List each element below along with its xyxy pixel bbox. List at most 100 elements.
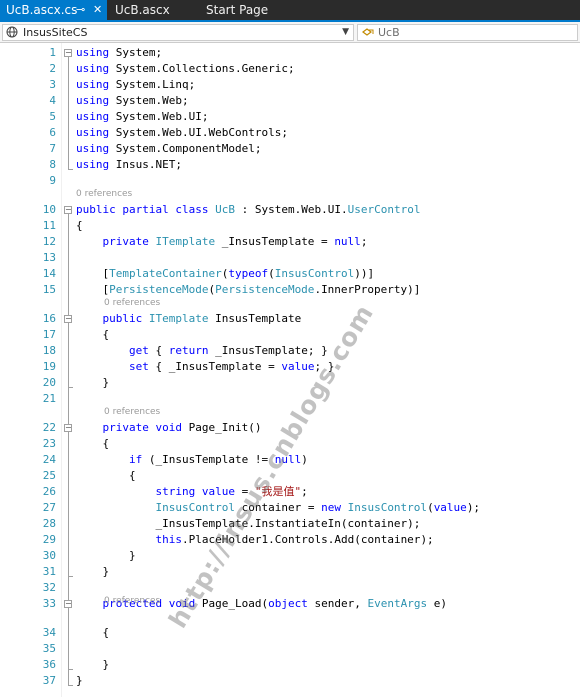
line-number: 9 (49, 174, 56, 187)
line-number: 28 (42, 517, 56, 530)
tab-start-page[interactable]: Start Page (200, 0, 300, 20)
code-line[interactable]: using System.ComponentModel; (76, 141, 261, 157)
line-number: 19 (42, 360, 56, 373)
line-number: 35 (42, 642, 56, 655)
line-number: 37 (42, 674, 56, 687)
code-line[interactable]: { (76, 468, 136, 484)
tab-label: Start Page (206, 3, 269, 17)
line-number: 8 (49, 158, 56, 171)
code-line[interactable]: { (76, 436, 109, 452)
line-number: 24 (42, 453, 56, 466)
references-code-lens[interactable]: 0 references (76, 189, 132, 200)
code-line[interactable]: { (76, 327, 109, 343)
close-icon[interactable]: ✕ (93, 0, 102, 20)
line-number: 11 (42, 219, 56, 232)
outline-end (68, 685, 73, 686)
outline-line (68, 57, 69, 169)
line-number: 30 (42, 549, 56, 562)
collapse-icon[interactable]: − (64, 600, 72, 608)
line-number: 31 (42, 565, 56, 578)
line-number: 32 (42, 581, 56, 594)
code-line[interactable]: get { return _InsusTemplate; } (76, 343, 328, 359)
navigation-bar: InsusSiteCS ▼ UcB (0, 22, 580, 43)
code-line[interactable]: using System; (76, 45, 162, 61)
code-line[interactable]: using System.Web; (76, 93, 189, 109)
outline-end (68, 576, 73, 577)
tab-ucb-ascx[interactable]: UcB.ascx (109, 0, 194, 20)
collapse-icon[interactable]: − (64, 49, 72, 57)
collapse-icon[interactable]: − (64, 206, 72, 214)
line-number: 27 (42, 501, 56, 514)
code-line[interactable]: public ITemplate InsusTemplate (76, 311, 302, 327)
line-number: 20 (42, 376, 56, 389)
outline-end (68, 387, 73, 388)
line-number: 25 (42, 469, 56, 482)
collapse-icon[interactable]: − (64, 424, 72, 432)
line-number: 26 (42, 485, 56, 498)
code-line[interactable]: private void Page_Init() (76, 420, 262, 436)
collapse-icon[interactable]: − (64, 315, 72, 323)
line-number: 16 (42, 312, 56, 325)
tab-label: UcB.ascx.cs (6, 3, 78, 17)
line-number: 33 (42, 597, 56, 610)
code-line[interactable]: using Insus.NET; (76, 157, 182, 173)
line-number: 14 (42, 267, 56, 280)
references-code-lens[interactable]: 0 references (104, 407, 160, 418)
references-code-lens[interactable]: 0 references (104, 596, 160, 607)
code-line[interactable]: public partial class UcB : System.Web.UI… (76, 202, 420, 218)
line-number: 34 (42, 626, 56, 639)
line-number: 2 (49, 62, 56, 75)
line-number: 36 (42, 658, 56, 671)
line-number: 12 (42, 235, 56, 248)
line-number: 22 (42, 421, 56, 434)
line-number: 17 (42, 328, 56, 341)
line-number: 1 (49, 46, 56, 59)
chevron-down-icon[interactable]: ▼ (342, 25, 349, 40)
class-combo[interactable]: InsusSiteCS ▼ (2, 24, 354, 41)
line-number: 18 (42, 344, 56, 357)
outline-end (68, 169, 73, 170)
code-line[interactable]: [TemplateContainer(typeof(InsusControl))… (76, 266, 374, 282)
code-line[interactable]: } (76, 673, 83, 689)
document-tab-bar: UcB.ascx.cs ⊸ ✕ UcB.ascx Start Page (0, 0, 580, 22)
code-line[interactable]: InsusControl container = new InsusContro… (76, 500, 480, 516)
code-line[interactable]: { (76, 218, 83, 234)
code-editor[interactable]: 1 2 3 4 5 6 7 8 9 10 11 12 13 14 15 16 17 18 19 20 21 22 23 24 2… (0, 43, 580, 697)
globe-icon (6, 26, 18, 42)
line-number: 21 (42, 392, 56, 405)
gutter-separator (61, 43, 62, 697)
code-line[interactable]: set { _InsusTemplate = value; } (76, 359, 334, 375)
code-line[interactable]: private ITemplate _InsusTemplate = null; (76, 234, 368, 250)
line-number: 10 (42, 203, 56, 216)
references-code-lens[interactable]: 0 references (104, 298, 160, 309)
code-line[interactable]: } (76, 548, 136, 564)
tab-ucb-ascx-cs[interactable]: UcB.ascx.cs ⊸ ✕ (0, 0, 107, 20)
line-number: 23 (42, 437, 56, 450)
line-number: 5 (49, 110, 56, 123)
outline-end (68, 669, 73, 670)
line-number: 15 (42, 283, 56, 296)
code-line[interactable]: [PersistenceMode(PersistenceMode.InnerPr… (76, 282, 420, 298)
outline-line (68, 214, 69, 685)
line-number: 4 (49, 94, 56, 107)
code-line[interactable]: this.PlaceHolder1.Controls.Add(container… (76, 532, 433, 548)
code-line[interactable]: using System.Web.UI; (76, 109, 209, 125)
code-line[interactable]: { (76, 625, 109, 641)
code-line[interactable]: } (76, 564, 109, 580)
tab-label: UcB.ascx (115, 3, 170, 17)
line-number: 6 (49, 126, 56, 139)
line-number: 13 (42, 251, 56, 264)
code-line[interactable]: using System.Web.UI.WebControls; (76, 125, 288, 141)
class-combo-value: InsusSiteCS (23, 26, 88, 39)
code-line[interactable]: } (76, 657, 109, 673)
member-combo-value: UcB (378, 26, 400, 39)
line-number: 29 (42, 533, 56, 546)
class-icon (361, 26, 375, 42)
line-number: 7 (49, 142, 56, 155)
member-combo[interactable]: UcB (357, 24, 578, 41)
code-line[interactable]: using System.Collections.Generic; (76, 61, 295, 77)
line-number: 3 (49, 78, 56, 91)
code-line[interactable]: } (76, 375, 109, 391)
pin-icon[interactable]: ⊸ (76, 0, 85, 20)
code-line[interactable]: using System.Linq; (76, 77, 195, 93)
